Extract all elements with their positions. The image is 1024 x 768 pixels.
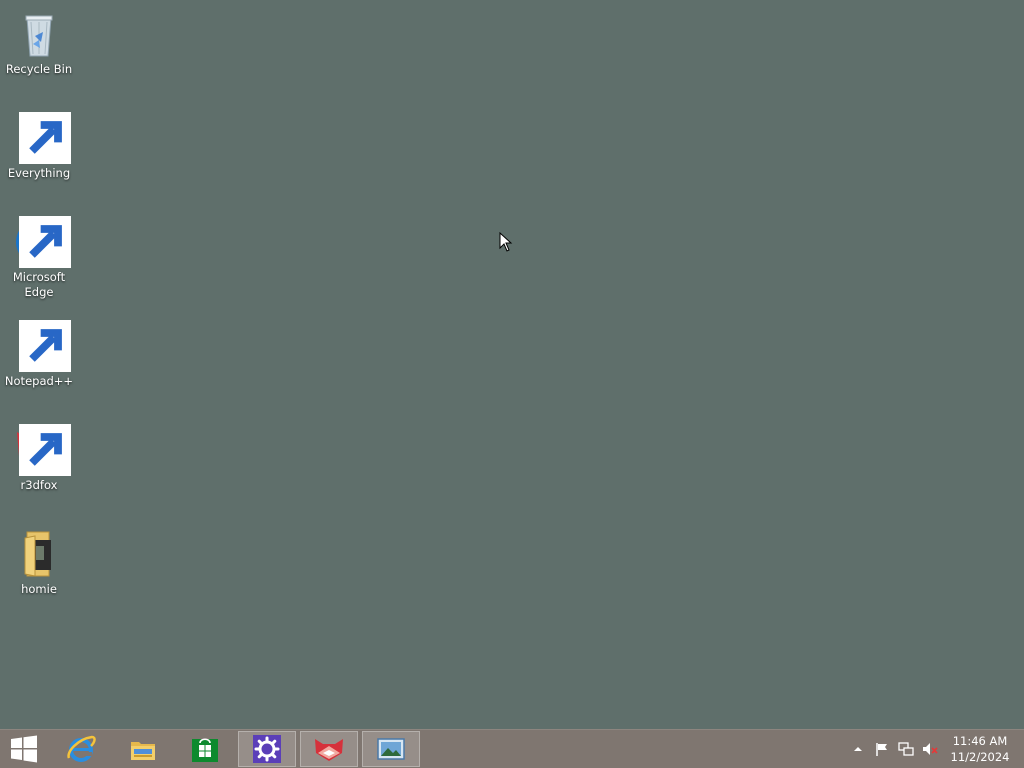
desktop-icon-label: Everything bbox=[7, 166, 71, 180]
shortcut-arrow-icon bbox=[19, 216, 71, 268]
edge-icon bbox=[13, 216, 71, 268]
desktop-icon-everything[interactable]: Everything bbox=[1, 108, 77, 181]
file-explorer-icon bbox=[131, 742, 155, 760]
shortcut-arrow-icon bbox=[19, 112, 71, 164]
action-center-flag-icon[interactable] bbox=[874, 741, 890, 757]
desktop[interactable]: Recycle Bin Everything Microsoft Edge No… bbox=[0, 0, 1024, 729]
mouse-pointer-icon bbox=[499, 232, 513, 252]
photo-viewer-icon bbox=[377, 738, 405, 760]
taskbar-settings[interactable] bbox=[238, 731, 296, 767]
desktop-icon-homie[interactable]: homie bbox=[1, 524, 77, 597]
store-icon bbox=[192, 738, 218, 762]
folder-icon bbox=[13, 528, 65, 580]
taskbar-r3dfox[interactable] bbox=[300, 731, 358, 767]
clock[interactable]: 11:46 AM 11/2/2024 bbox=[944, 733, 1016, 765]
settings-gear-icon bbox=[253, 735, 281, 763]
r3dfox-icon bbox=[13, 424, 71, 476]
volume-muted-icon[interactable] bbox=[922, 741, 938, 757]
start-button[interactable] bbox=[0, 731, 48, 767]
everything-search-icon bbox=[13, 112, 71, 164]
clock-time: 11:46 AM bbox=[952, 734, 1008, 748]
notepad-plus-plus-icon bbox=[13, 320, 71, 372]
shortcut-arrow-icon bbox=[19, 424, 71, 476]
desktop-icon-label: homie bbox=[21, 582, 57, 596]
recycle-bin-icon bbox=[13, 8, 65, 60]
desktop-icon-recycle-bin[interactable]: Recycle Bin bbox=[1, 4, 77, 77]
r3dfox-icon bbox=[315, 739, 343, 761]
taskbar: 11:46 AM 11/2/2024 bbox=[0, 729, 1024, 768]
show-hidden-icons-chevron-icon[interactable] bbox=[850, 741, 866, 757]
taskbar-internet-explorer[interactable] bbox=[52, 731, 110, 767]
taskbar-file-explorer[interactable] bbox=[114, 731, 172, 767]
taskbar-photos[interactable] bbox=[362, 731, 420, 767]
internet-explorer-icon bbox=[67, 735, 96, 762]
shortcut-arrow-icon bbox=[19, 320, 71, 372]
desktop-icon-label: r3dfox bbox=[20, 478, 58, 492]
taskbar-store[interactable] bbox=[176, 731, 234, 767]
desktop-icon-notepad-plus-plus[interactable]: Notepad++ bbox=[1, 316, 77, 389]
clock-date: 11/2/2024 bbox=[950, 750, 1010, 764]
network-icon[interactable] bbox=[898, 741, 914, 757]
desktop-icon-label: Recycle Bin bbox=[5, 62, 73, 76]
desktop-icon-r3dfox[interactable]: r3dfox bbox=[1, 420, 77, 493]
desktop-icon-microsoft-edge[interactable]: Microsoft Edge bbox=[1, 212, 77, 300]
desktop-icon-label: Microsoft Edge bbox=[12, 270, 66, 299]
windows-logo-icon bbox=[11, 735, 37, 763]
desktop-icon-label: Notepad++ bbox=[4, 374, 74, 388]
